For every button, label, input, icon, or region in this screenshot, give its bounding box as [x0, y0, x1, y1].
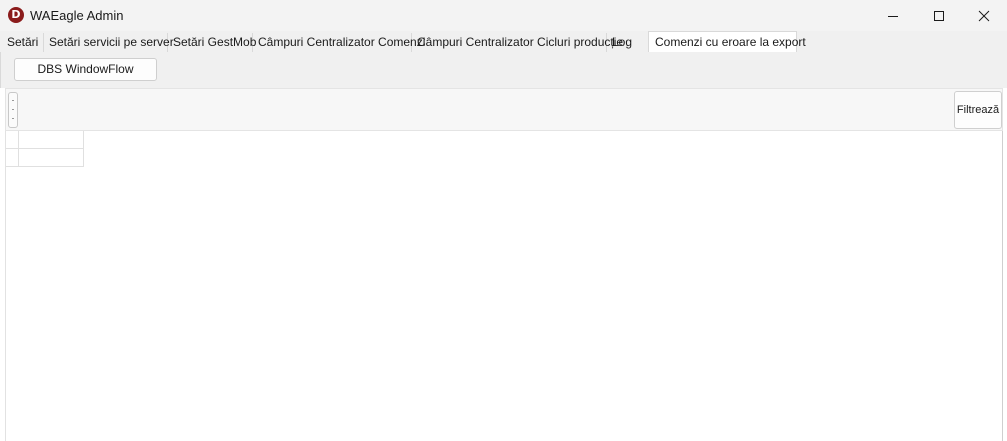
tab-setari-servicii-server[interactable]: Setări servicii pe server: [44, 33, 174, 52]
results-grid[interactable]: [5, 131, 1003, 441]
tab-setari[interactable]: Setări: [2, 33, 44, 52]
window-title: WAEagle Admin: [30, 8, 124, 23]
filter-button[interactable]: Filtrează: [954, 91, 1002, 129]
tab-campuri-centralizator-cicluri[interactable]: Câmpuri Centralizator Cicluri producție: [412, 33, 623, 52]
app-logo-icon: D: [8, 7, 24, 23]
maximize-icon: [934, 10, 944, 21]
dbs-windowflow-button[interactable]: DBS WindowFlow: [14, 58, 157, 81]
drag-handle[interactable]: [8, 92, 18, 128]
table-row[interactable]: [6, 131, 84, 149]
minimize-icon: [888, 15, 898, 17]
table-cell[interactable]: [19, 149, 84, 167]
close-icon: [978, 10, 990, 21]
table-cell[interactable]: [19, 131, 84, 149]
filter-bar: Filtrează: [5, 88, 1003, 131]
row-indicator[interactable]: [6, 131, 19, 149]
tab-log[interactable]: Log: [607, 33, 641, 52]
toolbar-pane: DBS WindowFlow: [0, 52, 1007, 88]
tab-campuri-centralizator-comenzi[interactable]: Câmpuri Centralizator Comenzi: [253, 33, 425, 52]
row-indicator[interactable]: [6, 149, 19, 167]
tab-bar: Setări Setări servicii pe server Setări …: [0, 31, 1007, 53]
title-bar: D WAEagle Admin: [0, 0, 1007, 31]
tab-setari-gestmob[interactable]: Setări GestMob: [168, 33, 256, 52]
table-row[interactable]: [6, 149, 84, 167]
minimize-button[interactable]: [870, 0, 916, 31]
tab-comenzi-eroare-export[interactable]: Comenzi cu eroare la export: [648, 31, 806, 53]
maximize-button[interactable]: [916, 0, 962, 31]
close-button[interactable]: [961, 0, 1007, 31]
